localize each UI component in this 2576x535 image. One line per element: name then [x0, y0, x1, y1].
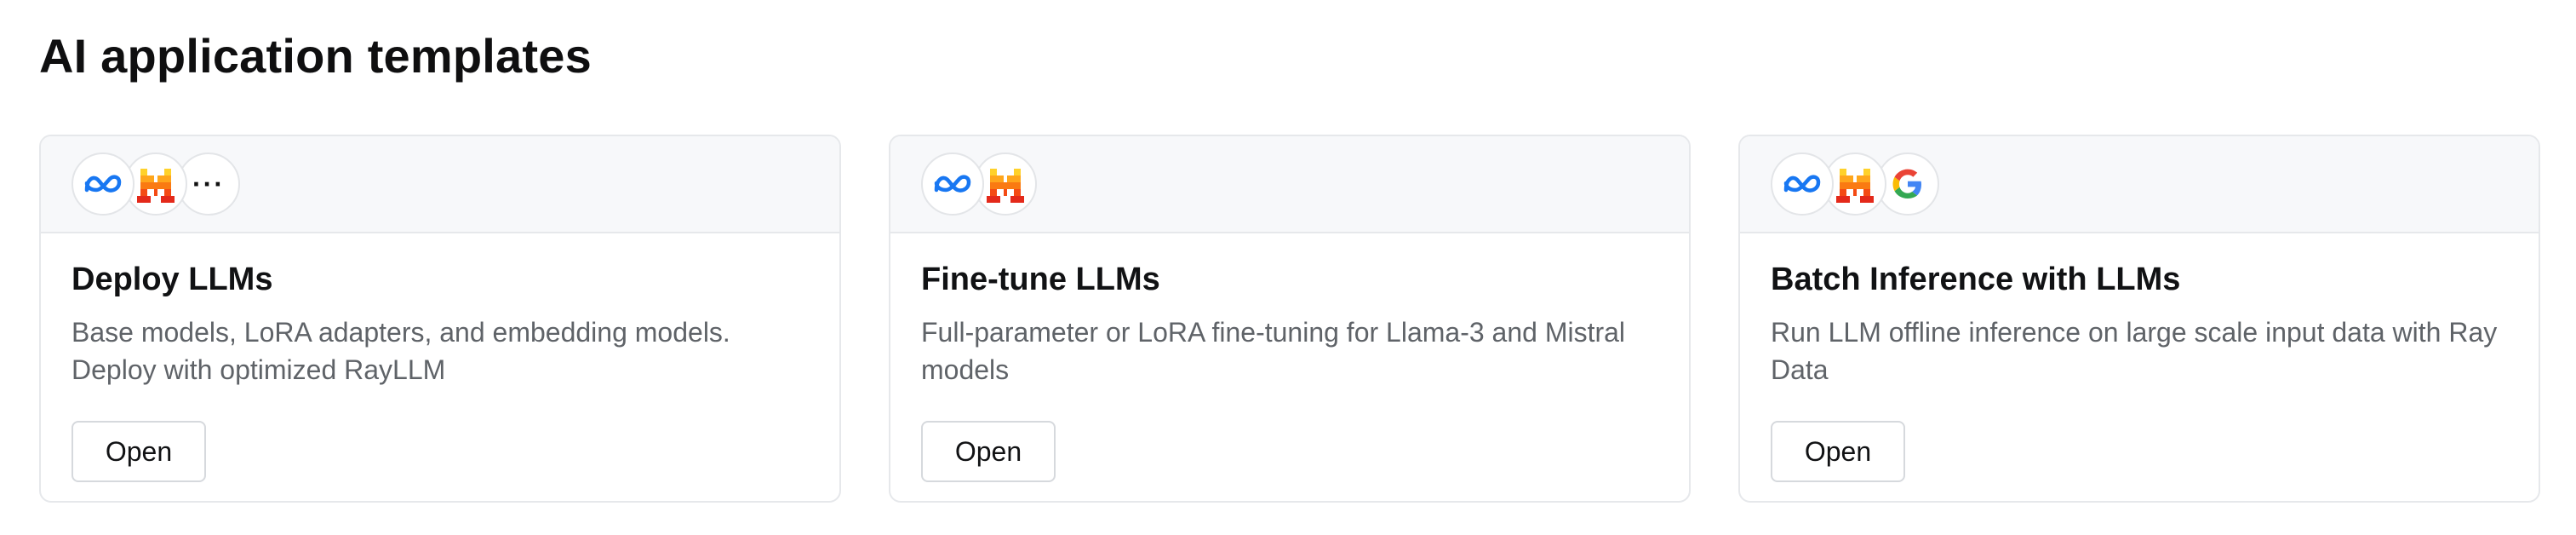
open-button[interactable]: Open	[1771, 421, 1905, 482]
template-card-batch-inference: Batch Inference with LLMs Run LLM offlin…	[1738, 135, 2540, 503]
template-cards: ··· Deploy LLMs Base models, LoRA adapte…	[39, 135, 2540, 503]
page-title: AI application templates	[39, 29, 592, 83]
model-logos: ···	[72, 152, 240, 216]
model-logos	[1771, 152, 1939, 216]
template-card-deploy-llms: ··· Deploy LLMs Base models, LoRA adapte…	[39, 135, 841, 503]
model-logos	[921, 152, 1037, 216]
card-title: Batch Inference with LLMs	[1771, 262, 2181, 297]
meta-icon	[1771, 152, 1834, 216]
more-glyph: ···	[192, 169, 225, 199]
card-description: Base models, LoRA adapters, and embeddin…	[72, 317, 730, 385]
card-header	[1740, 136, 2539, 233]
open-button[interactable]: Open	[921, 421, 1056, 482]
open-button[interactable]: Open	[72, 421, 206, 482]
meta-icon	[921, 152, 984, 216]
meta-icon	[72, 152, 135, 216]
card-header: ···	[41, 136, 839, 233]
card-title: Deploy LLMs	[72, 262, 273, 297]
card-description: Full-parameter or LoRA fine-tuning for L…	[921, 317, 1626, 385]
template-card-fine-tune-llms: Fine-tune LLMs Full-parameter or LoRA fi…	[889, 135, 1691, 503]
card-description: Run LLM offline inference on large scale…	[1771, 317, 2498, 385]
card-header	[890, 136, 1689, 233]
card-title: Fine-tune LLMs	[921, 262, 1160, 297]
